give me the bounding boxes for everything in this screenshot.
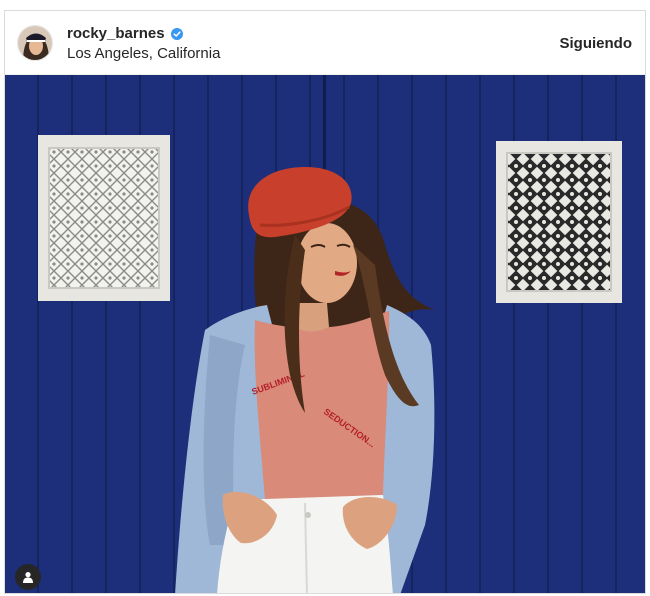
left-vent-grate xyxy=(38,135,170,301)
username-row: rocky_barnes xyxy=(67,25,183,42)
avatar[interactable] xyxy=(17,25,53,61)
avatar-image xyxy=(18,26,52,60)
user-tag-button[interactable] xyxy=(15,564,41,590)
photo-illustration: SUBLIMINAL SEDUCTION... xyxy=(5,75,645,593)
verified-badge-icon xyxy=(170,27,183,40)
post-photo[interactable]: SUBLIMINAL SEDUCTION... xyxy=(5,75,645,593)
post-header: rocky_barnes Los Angeles, California Sig… xyxy=(5,11,645,75)
instagram-post-card: rocky_barnes Los Angeles, California Sig… xyxy=(4,10,646,594)
right-vent-grate xyxy=(496,141,622,303)
username-link[interactable]: rocky_barnes xyxy=(67,25,165,42)
user-tag-icon xyxy=(23,572,33,583)
following-button[interactable]: Siguiendo xyxy=(560,35,633,52)
location-link[interactable]: Los Angeles, California xyxy=(67,45,220,62)
